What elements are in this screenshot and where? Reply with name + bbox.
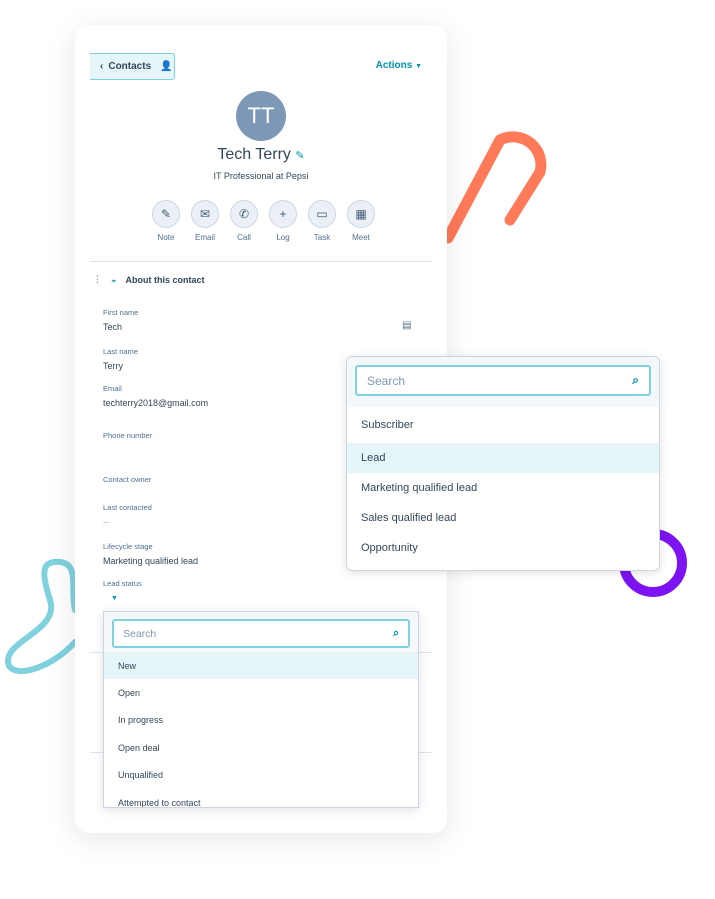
field-label: Contact owner (103, 475, 152, 484)
section-title: About this contact (125, 274, 205, 285)
option-in-progress[interactable]: In progress (104, 707, 418, 735)
field-phone[interactable]: Phone number (103, 431, 152, 445)
field-first-name[interactable]: First name Tech (103, 308, 138, 332)
field-label: First name (103, 308, 139, 317)
search-placeholder: Search (367, 373, 406, 388)
option-mql[interactable]: Marketing qualified lead (347, 473, 659, 503)
chevron-left-icon: ‹ (100, 61, 104, 72)
field-value: Marketing qualified lead (103, 556, 199, 566)
actions-label: Actions (375, 60, 413, 71)
field-lifecycle-stage[interactable]: Lifecycle stage Marketing qualified lead (103, 542, 198, 566)
contact-name-text: Tech Terry (217, 146, 291, 163)
email-icon: ✉ (191, 200, 219, 228)
field-label: Last name (103, 347, 139, 356)
field-lead-status[interactable]: Lead status ▼ (103, 579, 142, 602)
option-sql[interactable]: Sales qualified lead (347, 503, 659, 533)
activity-buttons: ✎ Note ✉ Email ✆ Call + Log ▭ Task ▦ Meet (152, 200, 375, 242)
option-opportunity[interactable]: Opportunity (347, 533, 659, 563)
field-last-name[interactable]: Last name Terry (103, 347, 138, 371)
field-last-contacted[interactable]: Last contacted -- (103, 503, 152, 527)
pencil-icon[interactable]: ✎ (295, 150, 304, 162)
task-button[interactable]: ▭ Task (308, 200, 336, 242)
contact-title: IT Professional at Pepsi (213, 171, 309, 181)
lead-status-dropdown: Search ⌕ New Open In progress Open deal U… (103, 611, 419, 808)
lead-status-search-input[interactable]: Search ⌕ (112, 619, 410, 648)
task-icon: ▭ (308, 200, 336, 228)
email-label: Email (194, 233, 215, 242)
caret-down-icon[interactable]: ▼ (111, 595, 142, 602)
task-label: Task (313, 233, 331, 242)
search-icon: ⌕ (393, 627, 399, 639)
log-label: Log (276, 233, 290, 242)
call-button[interactable]: ✆ Call (230, 200, 258, 242)
calendar-icon: ▦ (347, 200, 375, 228)
search-icon: ⌕ (632, 373, 639, 387)
field-value: techterry2018@gmail.com (103, 398, 209, 408)
field-label: Lead status (103, 579, 142, 588)
option-open-deal[interactable]: Open deal (104, 734, 418, 762)
email-button[interactable]: ✉ Email (191, 200, 219, 242)
field-contact-owner[interactable]: Contact owner (103, 475, 151, 489)
option-attempted-to-contact[interactable]: Attempted to contact (104, 789, 418, 807)
contact-name: Tech Terry ✎ (75, 146, 447, 164)
note-label: Note (157, 233, 175, 242)
field-email[interactable]: Email techterry2018@gmail.com (103, 384, 208, 408)
meet-button[interactable]: ▦ Meet (347, 200, 375, 242)
option-subscriber[interactable]: Subscriber (347, 407, 659, 443)
avatar: TT (236, 91, 286, 141)
option-lead[interactable]: Lead (347, 443, 659, 473)
actions-menu[interactable]: Actions ▼ (376, 60, 422, 71)
field-label: Last contacted (103, 503, 152, 512)
plus-icon: + (269, 200, 297, 228)
field-label: Phone number (103, 431, 153, 440)
chevron-down-icon: ⌄ (110, 274, 118, 284)
field-value: Terry (103, 361, 123, 371)
field-value: -- (103, 517, 109, 527)
note-button[interactable]: ✎ Note (152, 200, 180, 242)
caret-down-icon: ▼ (415, 63, 422, 70)
lifecycle-search-input[interactable]: Search ⌕ (355, 365, 651, 396)
field-value: Tech (103, 322, 123, 332)
phone-icon: ✆ (230, 200, 258, 228)
option-unqualified[interactable]: Unqualified (104, 762, 418, 790)
about-section-toggle[interactable]: ⋮ ⌄ About this contact (93, 274, 205, 285)
drag-handle-icon[interactable]: ⋮ (93, 274, 102, 285)
back-label: Contacts (108, 61, 152, 72)
option-open[interactable]: Open (104, 679, 418, 707)
note-icon: ✎ (152, 200, 180, 228)
copy-icon[interactable]: ▤ (402, 320, 411, 331)
person-icon: 👤 (160, 61, 173, 72)
meet-label: Meet (352, 233, 370, 242)
back-to-contacts-button[interactable]: ‹ Contacts 👤 (90, 53, 175, 80)
option-new[interactable]: New (104, 652, 418, 679)
call-label: Call (237, 233, 251, 242)
field-label: Email (103, 384, 122, 393)
search-placeholder: Search (123, 627, 157, 640)
orange-arc-decoration (442, 131, 547, 244)
lifecycle-stage-dropdown: Search ⌕ Subscriber Lead Marketing qualif… (346, 356, 660, 571)
divider (90, 261, 432, 262)
field-label: Lifecycle stage (103, 542, 153, 551)
log-button[interactable]: + Log (269, 200, 297, 242)
